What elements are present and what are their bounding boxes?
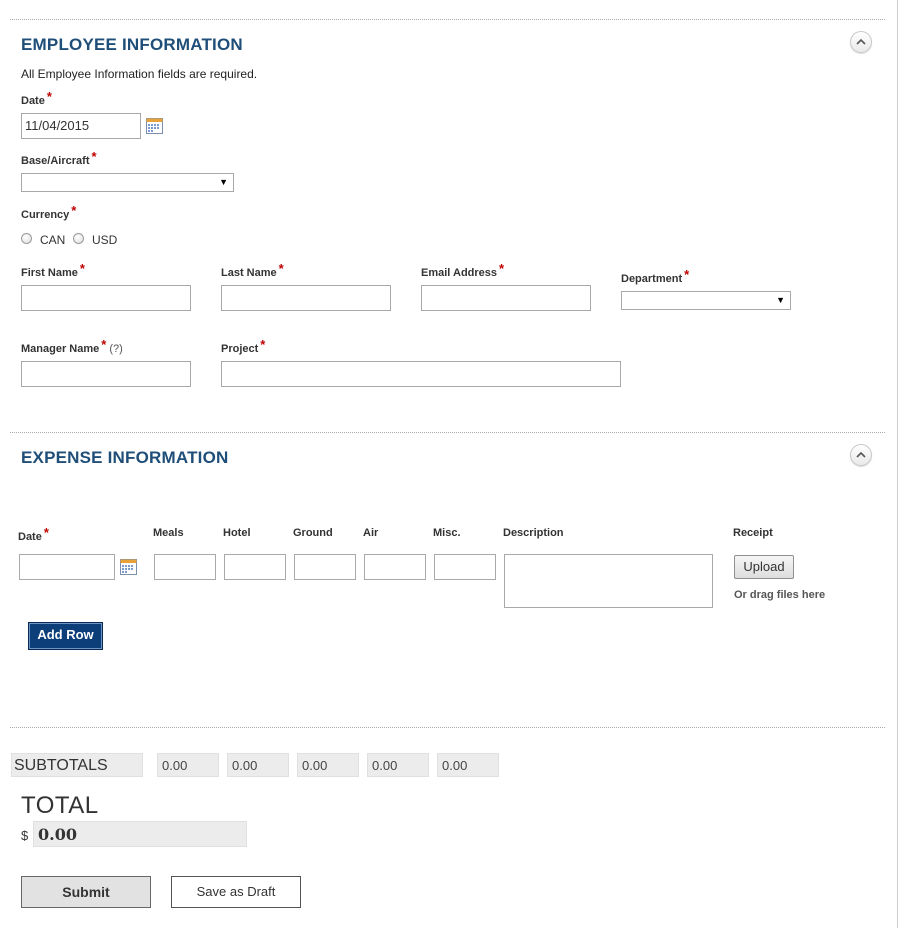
manager-name-label-text: Manager Name <box>21 343 100 355</box>
misc-input[interactable] <box>434 554 496 580</box>
expense-col-date-text: Date <box>18 531 42 543</box>
required-asterisk: * <box>91 149 97 164</box>
required-asterisk: * <box>43 525 49 540</box>
description-textarea[interactable] <box>504 554 713 608</box>
project-label-text: Project <box>221 343 259 355</box>
section-divider <box>10 19 885 20</box>
calendar-icon[interactable] <box>146 117 163 134</box>
required-asterisk: * <box>278 261 284 276</box>
air-input[interactable] <box>364 554 426 580</box>
email-input[interactable] <box>421 285 591 311</box>
expense-col-hotel: Hotel <box>223 527 251 539</box>
currency-option-can: CAN <box>40 233 66 247</box>
last-name-label: Last Name * <box>221 261 284 279</box>
required-asterisk: * <box>79 261 85 276</box>
required-asterisk: * <box>499 261 505 276</box>
chevron-up-icon <box>856 38 866 45</box>
collapse-employee-button[interactable] <box>850 31 872 53</box>
required-asterisk: * <box>71 203 77 218</box>
required-asterisk: * <box>46 89 52 104</box>
email-label-text: Email Address <box>421 267 498 279</box>
collapse-expense-button[interactable] <box>850 444 872 466</box>
department-label: Department * <box>621 267 690 285</box>
total-title: TOTAL <box>21 792 99 819</box>
meals-input[interactable] <box>154 554 216 580</box>
first-name-input[interactable] <box>21 285 191 311</box>
required-asterisk: * <box>684 267 690 282</box>
add-row-button[interactable]: Add Row <box>28 622 103 650</box>
employee-required-note: All Employee Information fields are requ… <box>21 67 258 81</box>
upload-button[interactable]: Upload <box>734 555 794 579</box>
expense-col-ground: Ground <box>293 527 333 539</box>
submit-button[interactable]: Submit <box>21 876 151 908</box>
expense-section-title: EXPENSE INFORMATION <box>21 448 229 467</box>
expense-date-input[interactable] <box>19 554 115 580</box>
subtotals-label: SUBTOTALS <box>11 753 143 777</box>
required-asterisk: * <box>260 337 266 352</box>
last-name-label-text: Last Name <box>221 267 277 279</box>
date-label-text: Date <box>21 95 45 107</box>
meals-subtotal: 0.00 <box>157 753 219 777</box>
currency-radio-can[interactable] <box>21 233 32 244</box>
project-input[interactable] <box>221 361 621 387</box>
manager-name-label: Manager Name * (?) <box>21 337 123 355</box>
expense-col-meals: Meals <box>153 527 184 539</box>
manager-help-link[interactable]: (?) <box>109 343 122 355</box>
email-label: Email Address * <box>421 261 505 279</box>
currency-label-text: Currency <box>21 209 70 221</box>
total-value: 0.00 <box>33 821 247 847</box>
save-draft-button[interactable]: Save as Draft <box>171 876 301 908</box>
hotel-subtotal: 0.00 <box>227 753 289 777</box>
calendar-icon[interactable] <box>120 558 137 575</box>
ground-subtotal: 0.00 <box>297 753 359 777</box>
page-right-border <box>897 0 898 928</box>
base-aircraft-label-text: Base/Aircraft <box>21 155 90 167</box>
section-divider <box>10 727 885 728</box>
last-name-input[interactable] <box>221 285 391 311</box>
hotel-input[interactable] <box>224 554 286 580</box>
date-label: Date * <box>21 89 52 107</box>
expense-col-air: Air <box>363 527 379 539</box>
ground-input[interactable] <box>294 554 356 580</box>
misc-subtotal: 0.00 <box>437 753 499 777</box>
currency-symbol: $ <box>21 828 29 843</box>
base-aircraft-select[interactable]: ▼ <box>21 173 234 192</box>
base-aircraft-label: Base/Aircraft * <box>21 149 97 167</box>
expense-col-receipt: Receipt <box>733 527 773 539</box>
chevron-up-icon <box>856 451 866 458</box>
dropdown-arrow-icon: ▼ <box>219 177 228 187</box>
employee-section-title: EMPLOYEE INFORMATION <box>21 35 243 54</box>
section-divider <box>10 432 885 433</box>
project-label: Project * <box>221 337 266 355</box>
currency-label: Currency * <box>21 203 77 221</box>
dropdown-arrow-icon: ▼ <box>776 295 785 305</box>
date-input[interactable]: 11/04/2015 <box>21 113 141 139</box>
department-label-text: Department <box>621 273 683 285</box>
required-asterisk: * <box>101 337 107 352</box>
expense-col-date: Date * <box>18 525 49 543</box>
department-select[interactable]: ▼ <box>621 291 791 310</box>
expense-col-misc: Misc. <box>433 527 461 539</box>
drag-files-note: Or drag files here <box>734 589 826 601</box>
first-name-label-text: First Name <box>21 267 78 279</box>
currency-radio-usd[interactable] <box>73 233 84 244</box>
air-subtotal: 0.00 <box>367 753 429 777</box>
first-name-label: First Name * <box>21 261 85 279</box>
manager-name-input[interactable] <box>21 361 191 387</box>
currency-option-usd: USD <box>92 233 118 247</box>
expense-col-description: Description <box>503 527 564 539</box>
